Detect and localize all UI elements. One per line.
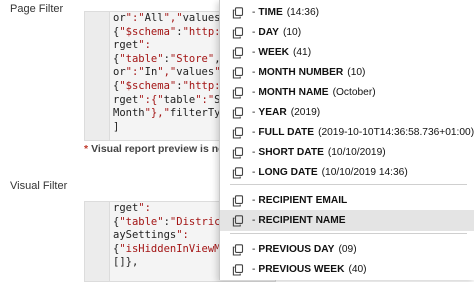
- menu-item-value: (41): [292, 47, 312, 58]
- menu-item-year[interactable]: - YEAR (2019): [220, 102, 474, 123]
- copy-icon: [232, 146, 244, 159]
- code-gutter: [85, 202, 110, 281]
- copy-icon: [232, 126, 244, 139]
- menu-item-label: PREVIOUS DAY: [258, 244, 335, 255]
- menu-item-label: RECIPIENT NAME: [258, 215, 346, 226]
- menu-item-full-date[interactable]: - FULL DATE (2019-10-10T14:36:58.736+01:00…: [220, 122, 474, 143]
- menu-item-value: (October): [332, 87, 376, 98]
- menu-item-label: PREVIOUS WEEK: [258, 264, 345, 275]
- menu-item-dash: -: [252, 87, 256, 98]
- menu-item-dash: -: [252, 7, 256, 18]
- menu-item-long-date[interactable]: - LONG DATE (10/10/2019 14:36): [220, 162, 474, 183]
- preview-note-text: Visual report preview is no: [91, 143, 225, 155]
- code-gutter: [85, 12, 110, 140]
- menu-item-label: YEAR: [258, 107, 287, 118]
- menu-item-dash: -: [252, 107, 256, 118]
- menu-item-value: (40): [348, 264, 367, 275]
- menu-item-value: (09): [338, 244, 357, 255]
- menu-item-day[interactable]: - DAY (10): [220, 22, 474, 43]
- copy-icon: [232, 26, 244, 39]
- copy-icon: [232, 66, 244, 79]
- menu-item-label: MONTH NAME: [258, 87, 329, 98]
- menu-item-previous-day[interactable]: - PREVIOUS DAY (09): [220, 239, 474, 260]
- menu-item-value: (10): [282, 27, 302, 38]
- menu-item-label: RECIPIENT EMAIL: [258, 195, 348, 206]
- menu-separator: [230, 233, 467, 234]
- menu-item-dash: -: [252, 264, 256, 275]
- menu-item-recipient-email[interactable]: - RECIPIENT EMAIL: [220, 190, 474, 211]
- menu-item-previous-week[interactable]: - PREVIOUS WEEK (40): [220, 259, 474, 280]
- menu-item-value: (2019): [290, 107, 321, 118]
- preview-note: * Visual report preview is no: [84, 143, 225, 155]
- placeholder-dropdown-menu[interactable]: - TIME (14:36) - DAY (10) - WEEK (41) - MONTH NUMB…: [219, 0, 474, 280]
- copy-icon: [232, 106, 244, 119]
- menu-item-short-date[interactable]: - SHORT DATE (10/10/2019): [220, 142, 474, 163]
- menu-item-dash: -: [252, 47, 256, 58]
- menu-item-label: LONG DATE: [258, 167, 318, 178]
- copy-icon: [232, 263, 244, 276]
- menu-item-label: SHORT DATE: [258, 147, 324, 158]
- menu-item-recipient-name[interactable]: - RECIPIENT NAME: [220, 210, 474, 231]
- copy-icon: [232, 243, 244, 256]
- page-filter-label: Page Filter: [10, 3, 64, 15]
- menu-item-week[interactable]: - WEEK (41): [220, 42, 474, 63]
- menu-item-label: FULL DATE: [258, 127, 315, 138]
- menu-item-value: (10): [347, 67, 366, 78]
- menu-item-dash: -: [252, 215, 256, 226]
- copy-icon: [232, 214, 244, 227]
- menu-item-value: (10/10/2019): [327, 147, 386, 158]
- menu-item-dash: -: [252, 127, 256, 138]
- copy-icon: [232, 166, 244, 179]
- required-star: *: [84, 143, 89, 155]
- menu-item-label: DAY: [258, 27, 279, 38]
- menu-item-label: MONTH NUMBER: [258, 67, 344, 78]
- copy-icon: [232, 194, 244, 207]
- menu-item-label: WEEK: [258, 47, 289, 58]
- menu-item-dash: -: [252, 67, 256, 78]
- menu-item-dash: -: [252, 167, 256, 178]
- copy-icon: [232, 86, 244, 99]
- menu-item-time[interactable]: - TIME (14:36): [220, 2, 474, 23]
- menu-separator: [230, 184, 467, 185]
- menu-item-dash: -: [252, 195, 256, 206]
- menu-item-month-name[interactable]: - MONTH NAME (October): [220, 82, 474, 103]
- menu-item-dash: -: [252, 244, 256, 255]
- menu-item-dash: -: [252, 27, 256, 38]
- visual-filter-label: Visual Filter: [10, 180, 68, 192]
- menu-item-value: (10/10/2019 14:36): [321, 167, 408, 178]
- copy-icon: [232, 6, 244, 19]
- copy-icon: [232, 46, 244, 59]
- menu-item-value: (2019-10-10T14:36:58.736+01:00): [318, 127, 474, 138]
- menu-item-label: TIME: [258, 7, 283, 18]
- menu-item-value: (14:36): [286, 7, 320, 18]
- menu-item-dash: -: [252, 147, 256, 158]
- menu-item-month-number[interactable]: - MONTH NUMBER (10): [220, 62, 474, 83]
